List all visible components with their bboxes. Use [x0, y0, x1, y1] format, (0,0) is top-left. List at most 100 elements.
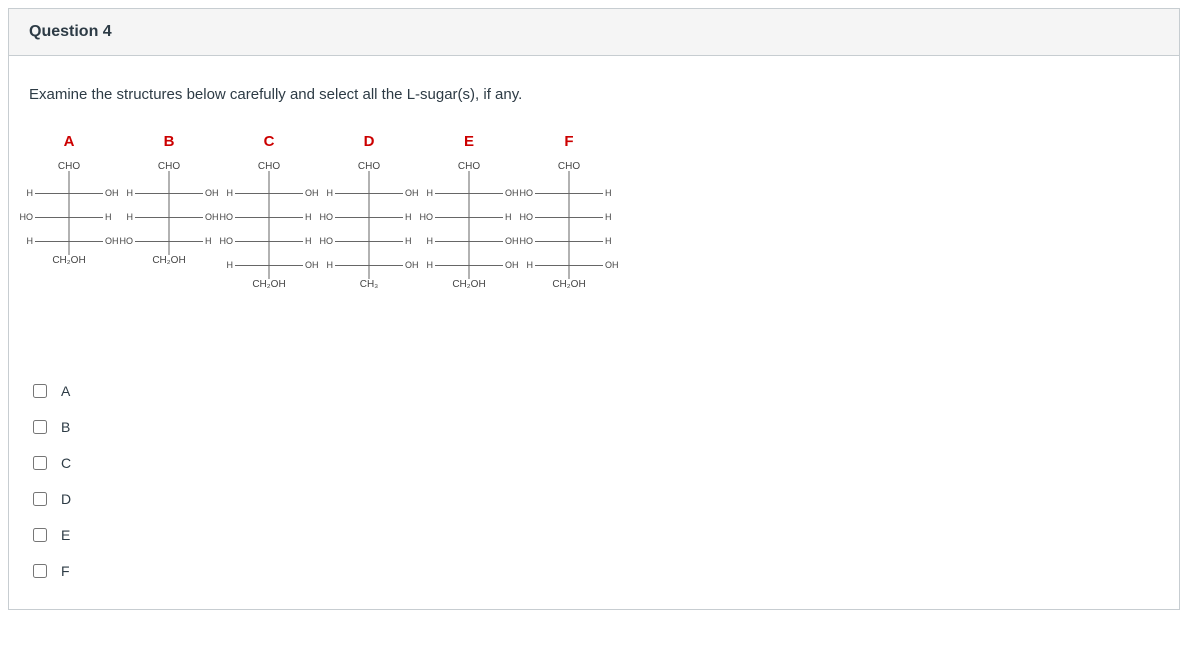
carbon-row: HOH	[119, 211, 219, 223]
right-substituent: OH	[305, 260, 319, 270]
option-checkbox-D[interactable]	[33, 492, 47, 506]
left-substituent: HO	[320, 212, 334, 222]
left-substituent: HO	[420, 212, 434, 222]
right-substituent: OH	[405, 260, 419, 270]
carbon-row: HO H	[319, 235, 419, 247]
option-checkbox-B[interactable]	[33, 420, 47, 434]
right-substituent: OH	[105, 236, 119, 246]
bond-line	[335, 241, 403, 242]
left-substituent: H	[527, 260, 534, 270]
right-substituent: OH	[505, 260, 519, 270]
option-B[interactable]: B	[29, 409, 1159, 445]
bond-line	[235, 241, 303, 242]
carbon-row: H OH	[419, 235, 519, 247]
left-substituent: H	[427, 236, 434, 246]
carbon-row: H OH	[419, 259, 519, 271]
carbon-row: H OH	[219, 187, 319, 199]
bond-line	[135, 217, 203, 218]
carbon-row: HOH	[19, 187, 119, 199]
bond-line	[535, 217, 603, 218]
bond-line	[535, 241, 603, 242]
option-checkbox-C[interactable]	[33, 456, 47, 470]
bond-line	[35, 241, 103, 242]
left-substituent: H	[327, 260, 334, 270]
option-label: C	[61, 455, 71, 471]
option-F[interactable]: F	[29, 553, 1159, 589]
left-substituent: HO	[520, 212, 534, 222]
right-substituent: OH	[205, 212, 219, 222]
right-substituent: H	[605, 212, 612, 222]
right-substituent: H	[605, 188, 612, 198]
option-label: F	[61, 563, 70, 579]
right-substituent: H	[505, 212, 512, 222]
question-header: Question 4	[9, 9, 1179, 56]
bond-line	[135, 193, 203, 194]
bond-line	[435, 217, 503, 218]
left-substituent: H	[427, 260, 434, 270]
right-substituent: H	[305, 212, 312, 222]
right-substituent: H	[405, 236, 412, 246]
bond-line	[235, 193, 303, 194]
column-label: D	[364, 133, 375, 150]
option-E[interactable]: E	[29, 517, 1159, 553]
option-label: B	[61, 419, 70, 435]
right-substituent: H	[105, 212, 112, 222]
right-substituent: OH	[205, 188, 219, 198]
carbon-row: HO H	[219, 235, 319, 247]
carbon-row: H OH	[319, 259, 419, 271]
column-label: B	[164, 133, 175, 150]
option-checkbox-E[interactable]	[33, 528, 47, 542]
bottom-group: CH₃	[360, 279, 379, 290]
carbon-row: HOH	[119, 235, 219, 247]
carbon-row: HO H	[519, 211, 619, 223]
carbon-row: HOH	[19, 211, 119, 223]
bond-line	[135, 241, 203, 242]
option-D[interactable]: D	[29, 481, 1159, 517]
carbon-row: H OH	[519, 259, 619, 271]
column-label: E	[464, 133, 474, 150]
answer-options: AB C DEF	[29, 373, 1159, 589]
left-substituent: H	[427, 188, 434, 198]
bottom-group: CH₂OH	[252, 279, 285, 290]
right-substituent: H	[305, 236, 312, 246]
carbon-row: HOH	[219, 211, 319, 223]
bottom-group: CH₂OH	[52, 255, 85, 266]
bond-line	[35, 217, 103, 218]
column-label: F	[564, 133, 573, 150]
carbon-row: HO H	[419, 211, 519, 223]
right-substituent: OH	[505, 236, 519, 246]
left-substituent: H	[27, 236, 34, 246]
bond-line	[535, 265, 603, 266]
left-substituent: H	[227, 188, 234, 198]
left-substituent: HO	[520, 236, 534, 246]
carbon-row: HO H	[319, 211, 419, 223]
bond-line	[335, 265, 403, 266]
option-label: D	[61, 491, 71, 507]
carbon-row: HO H	[519, 187, 619, 199]
right-substituent: OH	[605, 260, 619, 270]
option-A[interactable]: A	[29, 373, 1159, 409]
option-checkbox-A[interactable]	[33, 384, 47, 398]
bond-line	[435, 241, 503, 242]
left-substituent: HO	[520, 188, 534, 198]
right-substituent: H	[405, 212, 412, 222]
left-substituent: HO	[120, 236, 134, 246]
bond-line	[335, 217, 403, 218]
right-substituent: OH	[305, 188, 319, 198]
question-prompt: Examine the structures below carefully a…	[29, 86, 1159, 103]
carbon-row: HOH	[519, 235, 619, 247]
left-substituent: H	[27, 188, 34, 198]
bottom-group: CH₂OH	[452, 279, 485, 290]
option-checkbox-F[interactable]	[33, 564, 47, 578]
bond-line	[235, 265, 303, 266]
carbon-row: HOH	[119, 187, 219, 199]
carbon-row: HOH	[319, 187, 419, 199]
bond-line	[35, 193, 103, 194]
bond-line	[235, 217, 303, 218]
option-C[interactable]: C	[29, 445, 1159, 481]
left-substituent: HO	[320, 236, 334, 246]
left-substituent: HO	[220, 236, 234, 246]
question-body: Examine the structures below carefully a…	[9, 56, 1179, 609]
carbon-row: H OH	[19, 235, 119, 247]
left-substituent: H	[227, 260, 234, 270]
